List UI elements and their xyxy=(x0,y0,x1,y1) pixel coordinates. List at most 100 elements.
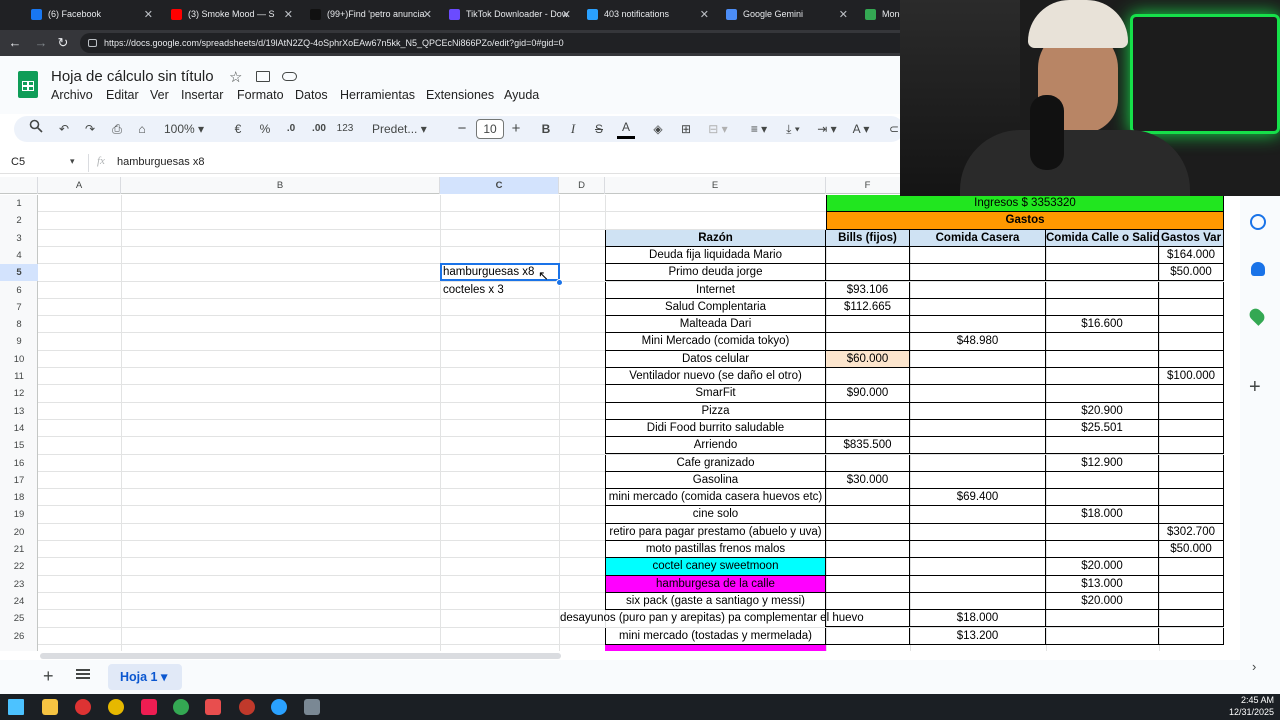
column-header[interactable]: E xyxy=(605,177,826,194)
row-header[interactable]: 23 xyxy=(0,576,38,593)
ledger-cell-var[interactable] xyxy=(1159,437,1224,455)
ledger-cell-var[interactable] xyxy=(1159,402,1224,420)
ledger-cell-calle[interactable] xyxy=(1046,541,1159,559)
menu-item[interactable]: Archivo xyxy=(51,88,93,102)
row-header[interactable]: 21 xyxy=(0,541,38,558)
row-header[interactable]: 19 xyxy=(0,506,38,523)
ledger-cell-bills[interactable] xyxy=(826,506,910,524)
ledger-cell-razon[interactable]: Arriendo xyxy=(605,437,826,455)
chrome-profile-icon[interactable] xyxy=(173,699,189,715)
ledger-cell-bills[interactable] xyxy=(826,402,910,420)
ledger-cell-var[interactable] xyxy=(1159,350,1224,368)
decrease-decimal-button[interactable]: .0 xyxy=(282,119,300,139)
browser-tab[interactable]: (6) Facebook ✕ xyxy=(23,0,161,28)
ledger-cell-casera[interactable] xyxy=(910,402,1046,420)
row-header[interactable]: 17 xyxy=(0,472,38,489)
row-header[interactable]: 11 xyxy=(0,368,38,385)
ledger-cell-razon[interactable]: Pizza xyxy=(605,402,826,420)
menu-item[interactable]: Datos xyxy=(295,88,328,102)
row-header[interactable]: 16 xyxy=(0,455,38,472)
ledger-cell-calle[interactable]: $20.900 xyxy=(1046,402,1159,420)
increase-decimal-button[interactable]: .00 xyxy=(308,119,330,139)
ledger-cell-razon[interactable]: Ventilador nuevo (se daño el otro) xyxy=(605,368,826,386)
ledger-cell-razon[interactable]: six pack (gaste a santiago y messi) xyxy=(605,592,826,611)
ledger-cell-calle[interactable]: $20.000 xyxy=(1046,558,1159,576)
ledger-cell-calle[interactable]: $16.600 xyxy=(1046,316,1159,334)
ledger-cell-casera[interactable] xyxy=(910,437,1046,455)
ledger-cell-var[interactable] xyxy=(1159,471,1224,490)
ledger-cell-razon[interactable]: coctel caney sweetmoon xyxy=(605,558,826,576)
ledger-cell-bills[interactable]: $60.000 xyxy=(826,350,910,368)
ledger-cell-razon[interactable]: Didi Food burrito saludable xyxy=(605,419,826,438)
reload-icon[interactable]: ↻ xyxy=(54,34,72,52)
tasks-icon[interactable] xyxy=(1250,214,1266,230)
ledger-cell-casera[interactable] xyxy=(910,385,1046,403)
ledger-cell-calle[interactable] xyxy=(1046,437,1159,455)
browser-icon[interactable] xyxy=(239,699,255,715)
currency-button[interactable]: € xyxy=(230,119,246,139)
more-formats-button[interactable]: 123 xyxy=(334,119,356,139)
site-info-icon[interactable] xyxy=(88,39,97,47)
sheet-grid[interactable]: hamburguesas x8 cocteles x 3 Ingresos $ 33… xyxy=(38,195,1224,651)
close-tab-icon[interactable]: ✕ xyxy=(144,8,153,21)
ledger-header[interactable]: Comida Casera xyxy=(910,229,1046,247)
all-sheets-icon[interactable] xyxy=(76,669,90,679)
ledger-cell-bills[interactable] xyxy=(826,419,910,438)
strikethrough-icon[interactable]: S xyxy=(592,119,606,139)
ledger-cell-calle[interactable]: $13.000 xyxy=(1046,575,1159,593)
vertical-align-icon[interactable]: ⤓ ▾ xyxy=(780,119,806,139)
bold-button[interactable]: B xyxy=(539,119,553,139)
ledger-cell-razon[interactable]: hamburgesa de la calle xyxy=(605,575,826,593)
browser-tab[interactable]: (99+)Find 'petro anuncia ✕ xyxy=(302,0,440,28)
ledger-cell-var[interactable] xyxy=(1159,610,1224,628)
ledger-cell-bills[interactable] xyxy=(826,368,910,386)
document-title[interactable]: Hoja de cálculo sin título xyxy=(51,68,214,85)
row-header[interactable]: 8 xyxy=(0,316,38,333)
row-header[interactable]: 3 xyxy=(0,230,38,247)
ledger-cell-var[interactable] xyxy=(1159,506,1224,524)
ledger-cell-var[interactable] xyxy=(1159,316,1224,334)
ledger-header[interactable]: Comida Calle o Salida xyxy=(1046,229,1159,247)
sheet-tab[interactable]: Hoja 1 ▾ xyxy=(108,664,182,690)
decrease-font-size-button[interactable]: − xyxy=(456,119,468,139)
horizontal-scrollbar[interactable] xyxy=(40,653,561,659)
ledger-cell-var[interactable] xyxy=(1159,489,1224,507)
ledger-cell-razon[interactable]: SmarFit xyxy=(605,385,826,403)
ledger-cell-razon[interactable]: mini mercado (tostadas y mermelada) xyxy=(605,627,826,645)
row-header[interactable]: 1 xyxy=(0,195,38,212)
print-icon[interactable]: ⎙ xyxy=(108,119,126,139)
ledger-cell-calle[interactable] xyxy=(1046,264,1159,282)
column-header[interactable]: C xyxy=(440,177,559,194)
ledger-cell-razon[interactable]: cine solo xyxy=(605,506,826,524)
cloud-saved-icon[interactable] xyxy=(282,72,297,81)
ledger-cell-var[interactable]: $164.000 xyxy=(1159,246,1224,265)
menu-item[interactable]: Editar xyxy=(106,88,139,102)
star-icon[interactable]: ☆ xyxy=(229,68,242,86)
close-tab-icon[interactable]: ✕ xyxy=(839,8,848,21)
ledger-cell-casera[interactable]: $48.980 xyxy=(910,333,1046,351)
ledger-cell-casera[interactable] xyxy=(910,575,1046,593)
ledger-header[interactable]: Gastos Var xyxy=(1159,229,1224,247)
ledger-cell-var[interactable] xyxy=(1159,575,1224,593)
ledger-cell-var[interactable] xyxy=(1159,592,1224,611)
ledger-cell-var[interactable] xyxy=(1159,558,1224,576)
ledger-cell-casera[interactable] xyxy=(910,558,1046,576)
column-header[interactable]: F xyxy=(826,177,910,194)
ledger-cell-calle[interactable]: $20.000 xyxy=(1046,592,1159,611)
forward-icon[interactable]: → xyxy=(32,34,50,52)
contacts-icon[interactable] xyxy=(1251,262,1265,276)
ledger-cell-calle[interactable] xyxy=(1046,385,1159,403)
menu-item[interactable]: Formato xyxy=(237,88,284,102)
ledger-cell-casera[interactable] xyxy=(910,246,1046,265)
ledger-cell-razon[interactable]: Mini Mercado (comida tokyo) xyxy=(605,333,826,351)
undo-icon[interactable]: ↶ xyxy=(56,119,72,139)
ledger-cell-calle[interactable] xyxy=(1046,246,1159,265)
text-rotation-icon[interactable]: A ▾ xyxy=(848,119,874,139)
italic-button[interactable]: I xyxy=(566,119,580,139)
browser-tab[interactable]: TikTok Downloader - Dow ✕ xyxy=(441,0,579,28)
file-explorer-icon[interactable] xyxy=(42,699,58,715)
ledger-cell-calle[interactable] xyxy=(1046,350,1159,368)
redo-icon[interactable]: ↷ xyxy=(82,119,98,139)
name-box[interactable]: C5 xyxy=(11,156,25,168)
maps-icon[interactable] xyxy=(1247,306,1267,326)
